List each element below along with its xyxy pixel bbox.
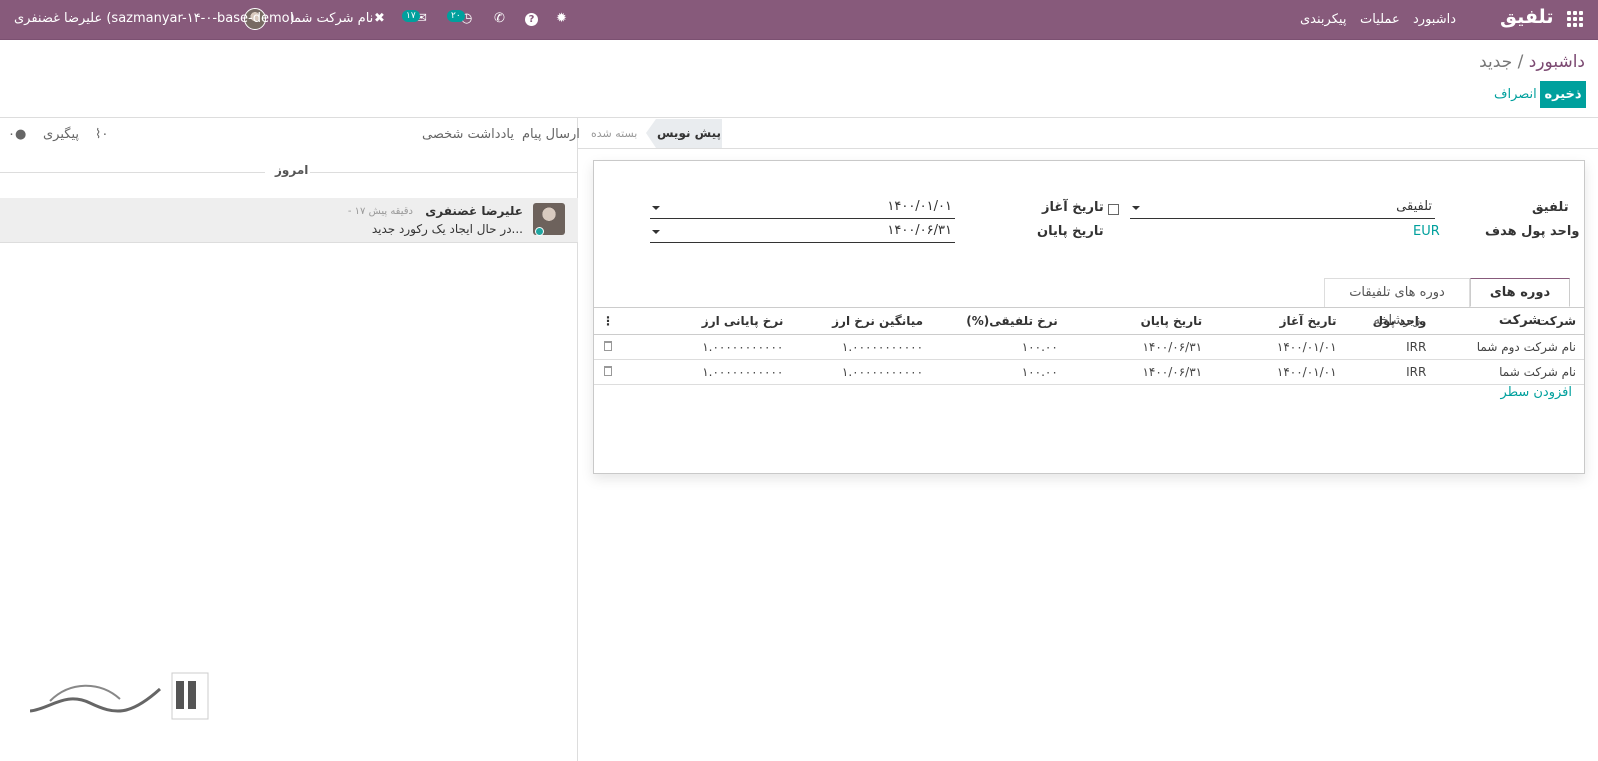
table-header-row: شرکت واحد پول تاریخ آغاز تاریخ پایان نرخ… — [594, 307, 1584, 335]
delete-row-trash-icon[interactable] — [594, 334, 623, 360]
breadcrumb-current: جدید — [1479, 52, 1513, 72]
help-icon[interactable]: ? — [525, 11, 538, 26]
control-panel: داشبورد / جدید ذخیره انصراف — [0, 40, 1598, 118]
col-consolidation-rate[interactable]: نرخ تلفیقی(%) — [931, 307, 1066, 335]
message-time: - ۱۷ دقیقه پیش — [347, 206, 413, 217]
attachments-button[interactable]: ⌇۰ — [95, 127, 108, 142]
status-bar — [578, 118, 1598, 149]
cell-company[interactable]: نام شرکت دوم شما — [1434, 334, 1584, 360]
periods-table: شرکت واحد پول تاریخ آغاز تاریخ پایان نرخ… — [594, 307, 1584, 385]
tab-sub-consolidations[interactable]: دوره های تلفیقات زیرشاخه — [1324, 278, 1470, 328]
chevron-down-icon — [1132, 206, 1140, 210]
cell-currency[interactable]: IRR — [1344, 334, 1435, 360]
target-currency-label: واحد پول هدف — [1485, 224, 1580, 239]
save-button[interactable]: ذخیره — [1540, 81, 1586, 108]
attachments-count: ۰ — [101, 127, 109, 142]
date-divider-line — [310, 172, 578, 173]
chatter-panel: ارسال پیام یادداشت شخصی ⌇۰ پیگیری ۰● امر… — [0, 118, 580, 761]
cell-closing-rate[interactable]: ۱.۰۰۰۰۰۰۰۰۰۰۰ — [622, 334, 792, 360]
add-line-button[interactable]: افزودن سطر — [1470, 385, 1572, 400]
cell-start-date[interactable]: ۱۴۰۰/۰۱/۰۱ — [1210, 359, 1345, 385]
table-row[interactable]: نام شرکت شما IRR ۱۴۰۰/۰۱/۰۱ ۱۴۰۰/۰۶/۳۱ ۱… — [594, 359, 1584, 385]
cell-currency[interactable]: IRR — [1344, 359, 1435, 385]
user-menu[interactable]: علیرضا غضنفری (sazmanyar-۱۴-۰-base-demo) — [14, 11, 295, 26]
user-icon: ● — [14, 127, 27, 142]
col-currency[interactable]: واحد پول — [1344, 307, 1435, 335]
cell-end-date[interactable]: ۱۴۰۰/۰۶/۳۱ — [1065, 334, 1211, 360]
start-date-value: ۱۴۰۰/۰۱/۰۱ — [887, 199, 952, 214]
end-date-value: ۱۴۰۰/۰۶/۳۱ — [887, 223, 952, 238]
cell-end-date[interactable]: ۱۴۰۰/۰۶/۳۱ — [1065, 359, 1211, 385]
start-date-label: تاریخ آغاز — [1042, 200, 1104, 215]
end-date-field[interactable]: ۱۴۰۰/۰۶/۳۱ — [650, 223, 955, 243]
menu-configuration[interactable]: پیکربندی — [1300, 12, 1346, 27]
message-count-badge: ۱۷ — [402, 10, 420, 22]
table-row[interactable]: نام شرکت دوم شما IRR ۱۴۰۰/۰۱/۰۱ ۱۴۰۰/۰۶/… — [594, 334, 1584, 360]
target-currency-value[interactable]: EUR — [1413, 224, 1440, 239]
cell-consolidation-rate[interactable]: ۱۰۰.۰۰ — [931, 334, 1066, 360]
col-start-date[interactable]: تاریخ آغاز — [1210, 307, 1345, 335]
delete-row-trash-icon[interactable] — [594, 359, 623, 385]
chevron-down-icon — [652, 230, 660, 234]
top-navbar: تلفیق داشبورد عملیات پیکربندی ✹ ? ✆ ◷ ۲۰… — [0, 0, 1598, 40]
followers-count: ۰ — [8, 127, 15, 142]
cell-closing-rate[interactable]: ۱.۰۰۰۰۰۰۰۰۰۰۰ — [622, 359, 792, 385]
message-author[interactable]: علیرضا غضنفری — [425, 204, 523, 218]
consolidation-label: تلفیق — [1532, 200, 1569, 215]
chevron-down-icon — [652, 206, 660, 210]
start-date-field[interactable]: ۱۴۰۰/۰۱/۰۱ — [650, 199, 955, 219]
end-date-label: تاریخ پایان — [1037, 224, 1104, 239]
consolidation-field[interactable]: تلفیقی — [1130, 199, 1435, 219]
activity-count-badge: ۲۰ — [447, 10, 465, 22]
send-message-button[interactable]: ارسال پیام — [522, 127, 580, 142]
tools-icon[interactable]: ✖ — [374, 11, 385, 26]
date-divider-today: امروز — [275, 163, 309, 177]
breadcrumb-root[interactable]: داشبورد — [1529, 52, 1585, 72]
breadcrumb: داشبورد / جدید — [1479, 52, 1585, 72]
status-closed[interactable]: بسته شده — [591, 127, 637, 140]
company-switcher[interactable]: نام شرکت شما — [290, 11, 373, 26]
message-item: علیرضا غضنفری - ۱۷ دقیقه پیش در حال ایجا… — [0, 198, 578, 243]
breadcrumb-separator: / — [1512, 52, 1529, 72]
message-body: در حال ایجاد یک رکورد جدید... — [371, 222, 523, 236]
app-brand[interactable]: تلفیق — [1500, 6, 1553, 28]
cell-consolidation-rate[interactable]: ۱۰۰.۰۰ — [931, 359, 1066, 385]
status-draft[interactable]: پیش نویس — [646, 119, 722, 148]
followers-button[interactable]: ۰● — [8, 127, 26, 142]
date-divider-line — [0, 172, 265, 173]
col-end-date[interactable]: تاریخ پایان — [1065, 307, 1211, 335]
cell-start-date[interactable]: ۱۴۰۰/۰۱/۰۱ — [1210, 334, 1345, 360]
debug-bug-icon[interactable]: ✹ — [556, 11, 567, 26]
consolidation-value: تلفیقی — [1396, 199, 1432, 214]
external-link-icon[interactable] — [1108, 204, 1119, 215]
tab-company-periods[interactable]: دوره های شرکت — [1470, 278, 1570, 328]
discard-button[interactable]: انصراف — [1494, 87, 1537, 102]
cell-average-rate[interactable]: ۱.۰۰۰۰۰۰۰۰۰۰۰ — [791, 334, 932, 360]
col-closing-rate[interactable]: نرخ پایانی ارز — [622, 307, 792, 335]
menu-operations[interactable]: عملیات — [1360, 12, 1400, 27]
online-status-icon — [535, 227, 544, 236]
cell-company[interactable]: نام شرکت شما — [1434, 359, 1584, 385]
phone-icon[interactable]: ✆ — [494, 11, 505, 26]
log-note-button[interactable]: یادداشت شخصی — [422, 127, 514, 142]
cell-average-rate[interactable]: ۱.۰۰۰۰۰۰۰۰۰۰۰ — [791, 359, 932, 385]
column-options-icon[interactable]: ⋮ — [594, 307, 623, 335]
watermark-logo — [29, 671, 210, 731]
apps-menu-icon[interactable] — [1567, 11, 1583, 27]
follow-button[interactable]: پیگیری — [43, 127, 79, 142]
menu-dashboard[interactable]: داشبورد — [1413, 12, 1456, 27]
col-average-rate[interactable]: میانگین نرخ ارز — [791, 307, 932, 335]
